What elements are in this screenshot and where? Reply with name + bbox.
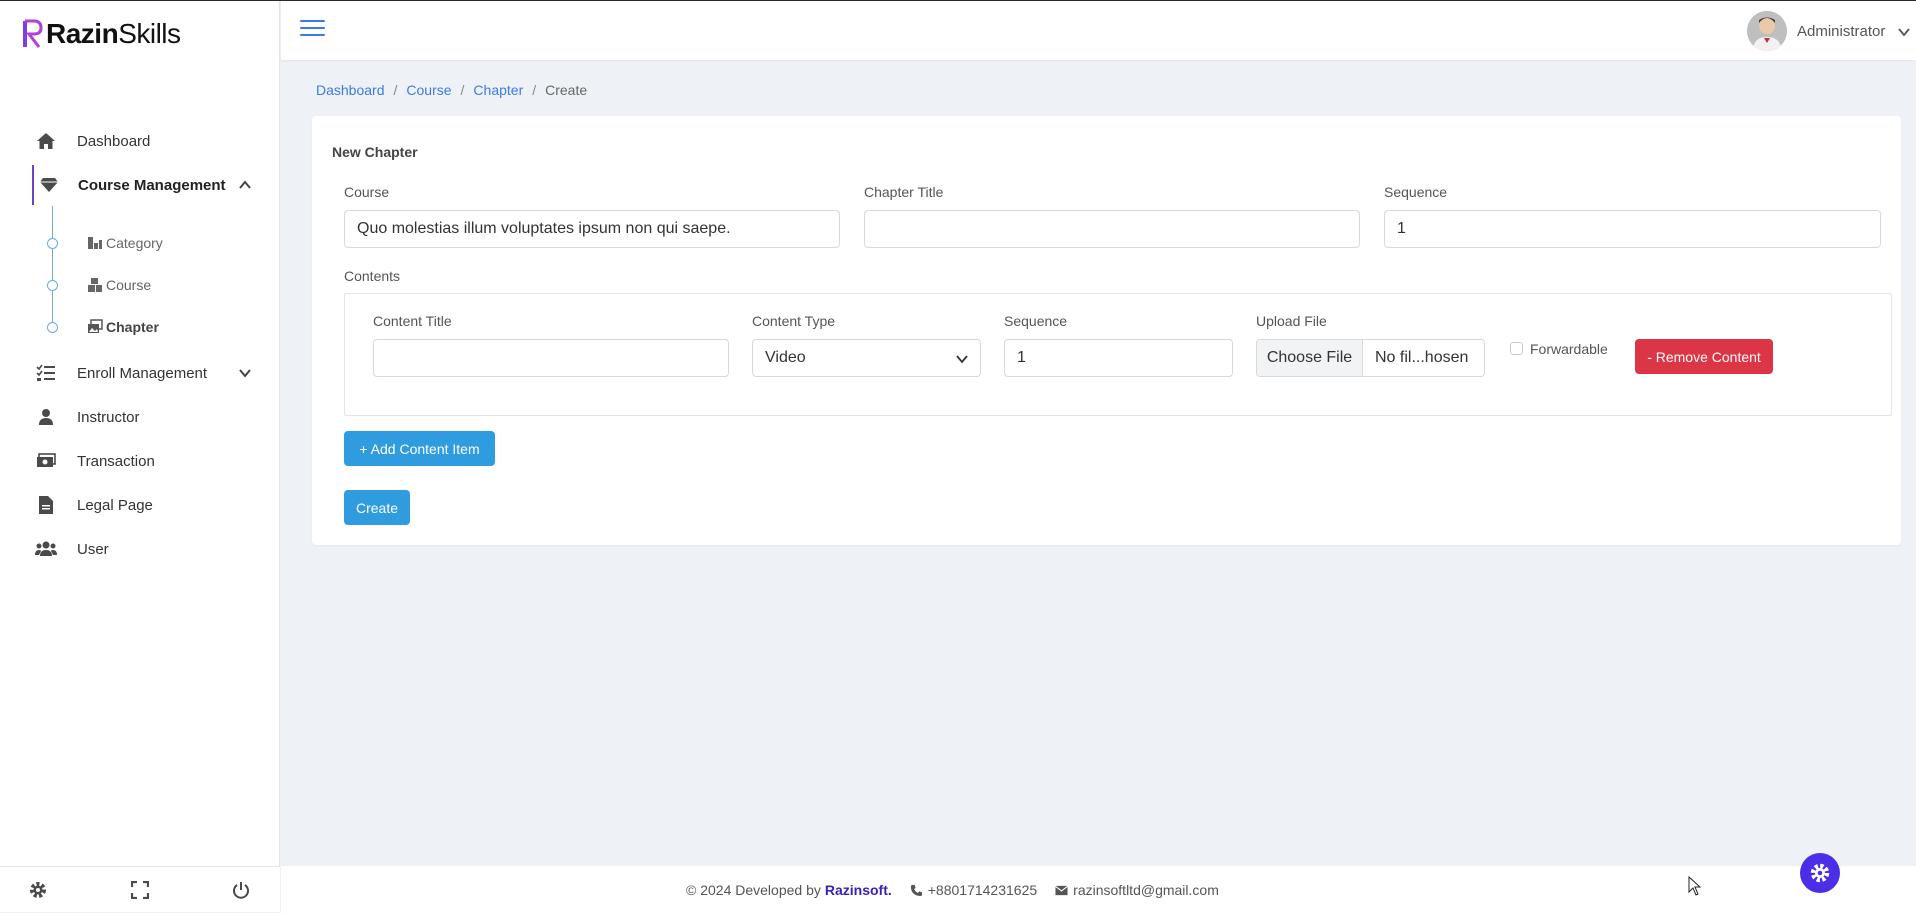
content-type-select[interactable]: Video xyxy=(752,339,981,377)
choose-file-button[interactable]: Choose File xyxy=(1257,340,1363,376)
forwardable-checkbox[interactable] xyxy=(1510,342,1523,355)
chapter-title-input[interactable] xyxy=(864,210,1360,248)
submenu-dot xyxy=(47,237,58,249)
sidebar-subitem-label: Chapter xyxy=(106,319,159,335)
sidebar-item-transaction[interactable]: Transaction xyxy=(0,441,280,481)
active-indicator xyxy=(32,165,34,205)
sidebar-item-legal-page[interactable]: Legal Page xyxy=(0,485,280,525)
sidebar-item-user[interactable]: User xyxy=(0,529,280,569)
page-footer: © 2024 Developed by Razinsoft. +88017142… xyxy=(281,866,1916,913)
file-name-text: No fil...hosen xyxy=(1375,349,1469,366)
sidebar-item-label: Enroll Management xyxy=(77,364,208,382)
topbar: Administrator xyxy=(281,1,1916,60)
content-item-box: Content Title Content Type Video Sequenc… xyxy=(344,293,1892,416)
home-icon xyxy=(35,130,57,152)
sidebar-item-enroll-management[interactable]: Enroll Management xyxy=(0,353,280,393)
create-button[interactable]: Create xyxy=(344,490,410,525)
envelope-icon xyxy=(1055,885,1069,895)
content-type-value: Video xyxy=(765,349,806,366)
remove-content-button[interactable]: - Remove Content xyxy=(1635,339,1773,374)
add-content-item-button[interactable]: + Add Content Item xyxy=(344,431,495,466)
mouse-cursor-icon xyxy=(1688,876,1702,896)
chevron-up-icon xyxy=(239,180,251,189)
gem-icon xyxy=(38,174,60,196)
user-icon xyxy=(35,406,57,428)
upload-file-input[interactable]: Choose File No fil...hosen xyxy=(1256,339,1485,377)
chevron-down-icon xyxy=(956,355,968,364)
chevron-down-icon[interactable] xyxy=(1898,26,1910,38)
footer-copyright: © 2024 Developed by Razinsoft. xyxy=(686,882,892,898)
sidebar-subitem-label: Course xyxy=(106,277,152,293)
chapter-title-label: Chapter Title xyxy=(864,184,944,200)
logo-mark-icon xyxy=(23,19,43,48)
app-logo[interactable]: RazinSkills xyxy=(22,16,181,52)
sidebar-item-label: Legal Page xyxy=(77,496,153,514)
footer-content: © 2024 Developed by Razinsoft. +88017142… xyxy=(686,882,1237,898)
content-sequence-input[interactable]: 1 xyxy=(1004,339,1233,377)
content-title-label: Content Title xyxy=(373,313,452,329)
list-check-icon xyxy=(35,362,57,384)
submenu-dot xyxy=(47,279,58,291)
user-name[interactable]: Administrator xyxy=(1797,23,1885,40)
avatar[interactable] xyxy=(1747,11,1787,51)
sequence-input[interactable]: 1 xyxy=(1384,210,1881,248)
images-icon xyxy=(88,319,103,333)
sidebar-footer xyxy=(0,866,280,912)
sequence-label: Sequence xyxy=(1384,184,1448,200)
footer-email: razinsoftltd@gmail.com xyxy=(1055,882,1219,898)
gear-icon xyxy=(1810,863,1830,883)
breadcrumb-link-course[interactable]: Course xyxy=(406,82,451,98)
sidebar-item-course-management[interactable]: Course Management xyxy=(0,165,280,205)
settings-fab-button[interactable] xyxy=(1800,853,1840,893)
breadcrumb-separator: / xyxy=(460,82,465,98)
sidebar-item-label: Transaction xyxy=(77,452,155,470)
logo-text: RazinSkills xyxy=(46,18,181,49)
card-title: New Chapter xyxy=(332,144,418,160)
settings-icon[interactable] xyxy=(27,879,49,901)
content-title-input[interactable] xyxy=(373,339,729,377)
breadcrumb-current: Create xyxy=(545,82,588,98)
forwardable-label[interactable]: Forwardable xyxy=(1530,341,1608,357)
power-icon[interactable] xyxy=(230,879,252,901)
sidebar-subitem-label: Category xyxy=(106,235,163,251)
category-icon xyxy=(88,237,102,249)
boxes-icon xyxy=(88,278,102,292)
content-sequence-label: Sequence xyxy=(1004,313,1068,329)
file-icon xyxy=(35,494,57,516)
course-label: Course xyxy=(344,184,390,200)
users-icon xyxy=(35,538,57,560)
sidebar-item-label: User xyxy=(77,540,109,558)
submenu-dot xyxy=(47,321,58,333)
sidebar-subitem-course[interactable]: Course xyxy=(0,267,280,303)
breadcrumb-link-dashboard[interactable]: Dashboard xyxy=(316,82,385,98)
breadcrumb-separator: / xyxy=(393,82,398,98)
sidebar-item-instructor[interactable]: Instructor xyxy=(0,397,280,437)
sidebar-subitem-category[interactable]: Category xyxy=(0,225,280,261)
breadcrumb: Dashboard / Course / Chapter / Create xyxy=(316,82,587,98)
new-chapter-card: New Chapter Course Quo molestias illum v… xyxy=(312,116,1901,545)
footer-company-link[interactable]: Razinsoft. xyxy=(825,882,892,898)
course-input[interactable]: Quo molestias illum voluptates ipsum non… xyxy=(344,210,840,248)
upload-file-label: Upload File xyxy=(1256,313,1327,329)
sidebar-subitem-chapter[interactable]: Chapter xyxy=(0,309,280,345)
breadcrumb-link-chapter[interactable]: Chapter xyxy=(473,82,523,98)
menu-toggle-icon[interactable] xyxy=(300,20,325,40)
sidebar-item-dashboard[interactable]: Dashboard xyxy=(0,121,280,161)
breadcrumb-separator: / xyxy=(532,82,537,98)
money-icon xyxy=(35,450,57,472)
fullscreen-icon[interactable] xyxy=(129,879,151,901)
contents-label: Contents xyxy=(344,268,401,284)
sidebar-item-label: Dashboard xyxy=(77,132,151,150)
sidebar-item-label: Instructor xyxy=(77,408,140,426)
sidebar-item-label: Course Management xyxy=(78,176,226,194)
phone-icon xyxy=(910,884,922,896)
footer-phone: +8801714231625 xyxy=(910,882,1037,898)
sidebar: RazinSkills Dashboard Course Management … xyxy=(0,1,280,912)
chevron-down-icon xyxy=(239,369,251,378)
content-type-label: Content Type xyxy=(752,313,836,329)
